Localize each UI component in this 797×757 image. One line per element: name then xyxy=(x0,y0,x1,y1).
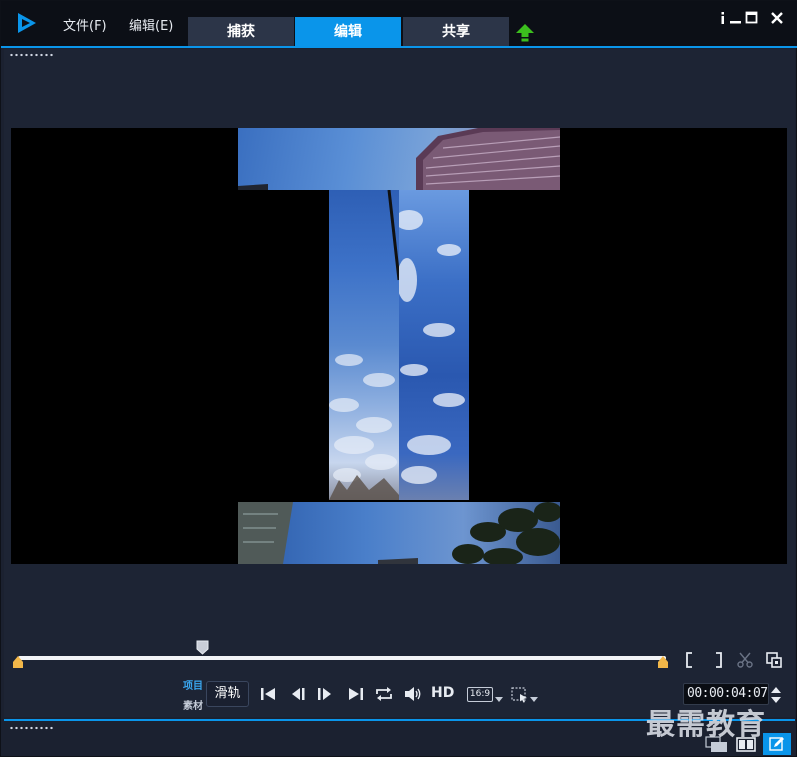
clouds-right-graphic xyxy=(399,210,465,484)
aspect-ratio-dropdown-icon[interactable] xyxy=(495,697,503,703)
upload-arrow-icon[interactable] xyxy=(515,23,535,43)
title-divider xyxy=(1,46,797,48)
menu-edit[interactable]: 编辑(E) xyxy=(129,15,173,34)
crop-dropdown-icon[interactable] xyxy=(530,697,538,703)
volume-icon[interactable] xyxy=(403,685,423,703)
scrubber-tooltip: 滑轨 xyxy=(206,681,249,707)
next-frame-icon[interactable] xyxy=(315,685,335,703)
crop-selection-icon[interactable] xyxy=(511,687,529,703)
title-bar: 文件(F) 编辑(E) 捕获 编辑 共享 xyxy=(1,1,797,47)
go-to-end-icon[interactable] xyxy=(346,685,366,703)
maximize-icon[interactable] xyxy=(743,9,761,27)
hd-toggle[interactable]: HD xyxy=(431,685,454,701)
video-frame-top xyxy=(238,128,560,190)
aspect-ratio-button[interactable]: 16:9 xyxy=(467,687,493,702)
video-frame-center-right xyxy=(399,190,469,500)
building-trees-bottom-graphic xyxy=(238,502,560,564)
video-frame-center-left xyxy=(329,190,399,500)
split-scissors-icon[interactable] xyxy=(736,651,754,669)
mark-in-icon[interactable] xyxy=(682,651,700,669)
scrubber-track[interactable] xyxy=(18,656,666,660)
close-icon[interactable] xyxy=(768,9,786,27)
mode-project[interactable]: 项目 xyxy=(183,677,203,692)
app-logo-icon xyxy=(18,13,36,33)
building-top-graphic xyxy=(238,128,560,190)
trim-start-marker[interactable] xyxy=(13,656,23,668)
edit-mode-button[interactable] xyxy=(763,733,791,755)
playhead-handle[interactable] xyxy=(196,640,209,655)
tab-share[interactable]: 共享 xyxy=(403,17,509,47)
edit-pencil-icon xyxy=(769,737,784,751)
enlarge-preview-icon[interactable] xyxy=(765,651,783,669)
menu-file[interactable]: 文件(F) xyxy=(63,15,107,34)
app-window: 文件(F) 编辑(E) 捕获 编辑 共享 项目 素材 滑轨 HD 16:9 00… xyxy=(0,0,797,757)
mark-out-icon[interactable] xyxy=(709,651,727,669)
tab-capture[interactable]: 捕获 xyxy=(188,17,294,47)
go-to-start-icon[interactable] xyxy=(259,685,279,703)
trim-end-marker[interactable] xyxy=(658,656,668,668)
previous-frame-icon[interactable] xyxy=(289,685,309,703)
mode-clip[interactable]: 素材 xyxy=(183,697,203,712)
tab-edit[interactable]: 编辑 xyxy=(295,17,401,47)
timecode-spinner-icon[interactable] xyxy=(770,684,782,706)
panel-grip-bottom[interactable] xyxy=(9,726,55,730)
panel-grip-top[interactable] xyxy=(9,53,55,57)
clouds-left-graphic xyxy=(329,190,399,500)
repeat-icon[interactable] xyxy=(374,685,394,703)
watermark-text: 最需教育 xyxy=(646,707,767,741)
video-frame-bottom xyxy=(238,502,560,564)
video-preview[interactable] xyxy=(11,128,787,564)
